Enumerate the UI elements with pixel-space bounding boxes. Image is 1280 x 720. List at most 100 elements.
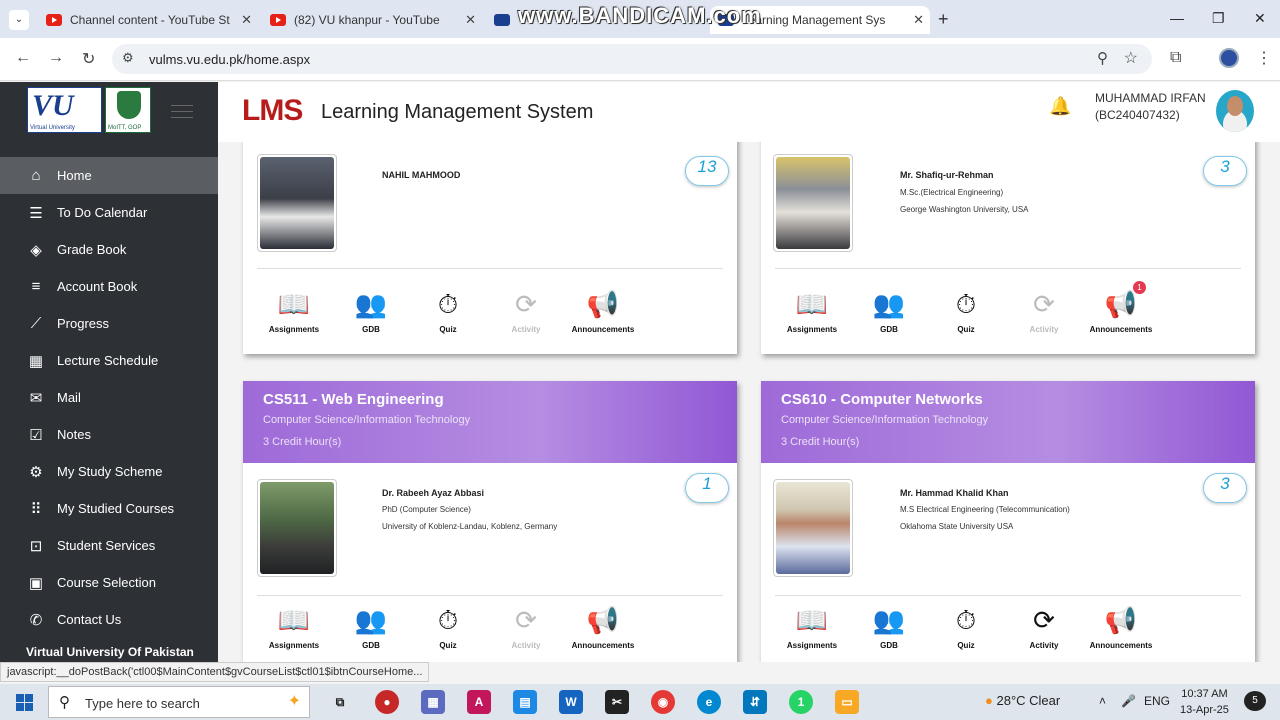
assignments-button[interactable]: 📖 Assignments (254, 603, 334, 650)
sidebar-item-lecture-schedule[interactable]: ▦ Lecture Schedule (0, 342, 218, 379)
share-app-icon[interactable]: ⇵ (743, 690, 767, 714)
lms-logo[interactable]: LMS (242, 94, 303, 128)
course-count-badge[interactable]: 1 (685, 473, 729, 503)
sidebar-item-notes[interactable]: ☑ Notes (0, 416, 218, 453)
group-icon: 👥 (872, 289, 906, 319)
acrobat-icon[interactable]: A (467, 690, 491, 714)
announcements-button[interactable]: 📢 Announcements (563, 603, 643, 650)
course-count-badge[interactable]: 3 (1203, 473, 1247, 503)
divider (775, 595, 1241, 596)
group-icon: 👥 (354, 289, 388, 319)
site-info-icon[interactable]: ⚙ (122, 50, 134, 66)
activity-button[interactable]: ⟳ Activity (1004, 287, 1084, 334)
quiz-button[interactable]: ⏱ Quiz (926, 603, 1006, 650)
gdb-button[interactable]: 👥 GDB (331, 603, 411, 650)
zoom-icon[interactable]: ⚲ (1097, 49, 1108, 67)
extensions-icon[interactable]: ⧉ (1170, 49, 1181, 67)
minimize-icon[interactable]: — (1170, 10, 1184, 26)
microphone-icon[interactable]: 🎤 (1121, 694, 1136, 708)
course-name[interactable]: CS511 - Web Engineering (263, 391, 444, 408)
gdb-button[interactable]: 👥 GDB (331, 287, 411, 334)
announcements-button[interactable]: 📢 Announcements (1081, 603, 1161, 650)
close-icon[interactable]: ✕ (465, 12, 476, 28)
weather-widget[interactable]: ● 28°C Clear (985, 693, 1060, 708)
sidebar-item-contact-us[interactable]: ✆ Contact Us (0, 601, 218, 638)
quiz-button[interactable]: ⏱ Quiz (926, 287, 1006, 334)
sidebar-item-course-selection[interactable]: ▣ Course Selection (0, 564, 218, 601)
card-header[interactable]: CS610 - Computer Networks Computer Scien… (761, 381, 1255, 463)
book-reader-icon: 📖 (795, 289, 829, 319)
assignments-button[interactable]: 📖 Assignments (772, 603, 852, 650)
address-bar: ← → ↻ ⚙ vulms.vu.edu.pk/home.aspx ⚲ ☆ ⧉ … (0, 38, 1280, 81)
bell-icon[interactable]: 🔔 (1049, 96, 1071, 117)
sidebar-item-mail[interactable]: ✉ Mail (0, 379, 218, 416)
assignments-button[interactable]: 📖 Assignments (254, 287, 334, 334)
sidebar-item-label: Contact Us (57, 612, 122, 627)
bag-icon: ⊡ (29, 537, 43, 555)
activity-button[interactable]: ⟳ Activity (1004, 603, 1084, 650)
restore-icon[interactable]: ❐ (1212, 10, 1225, 27)
edge-icon[interactable]: e (697, 690, 721, 714)
bookmark-star-icon[interactable]: ☆ (1124, 48, 1138, 68)
taskbar-search-input[interactable]: ⚲ Type here to search ✦ (48, 686, 310, 718)
gdb-button[interactable]: 👥 GDB (849, 603, 929, 650)
notification-badge[interactable]: 5 (1244, 691, 1266, 711)
url-field[interactable]: ⚙ vulms.vu.edu.pk/home.aspx ⚲ ☆ (112, 44, 1152, 74)
browser-tab-vu-khanpur[interactable]: (82) VU khanpur - YouTube ✕ (262, 6, 482, 34)
quiz-button[interactable]: ⏱ Quiz (408, 287, 488, 334)
task-view-icon[interactable]: ⧉ (328, 690, 352, 714)
stopwatch-question-icon: ⏱ (955, 289, 977, 319)
forward-icon[interactable]: → (48, 49, 64, 67)
close-window-icon[interactable]: ✕ (1254, 10, 1266, 27)
assignments-button[interactable]: 📖 Assignments (772, 287, 852, 334)
avatar[interactable] (1216, 90, 1254, 132)
announcements-button[interactable]: 📢 Announcements (563, 287, 643, 334)
browser-tab-youtube-studio[interactable]: Channel content - YouTube Stu ✕ (38, 6, 258, 34)
activity-button[interactable]: ⟳ Activity (486, 603, 566, 650)
bandicam-icon[interactable]: ● (375, 690, 399, 714)
sidebar-item-home[interactable]: ⌂ Home (0, 157, 218, 194)
language-indicator[interactable]: ENG (1144, 694, 1170, 708)
menu-toggle-icon[interactable] (171, 105, 193, 123)
tab-search-button[interactable]: ⌄ (9, 10, 29, 30)
windows-start-icon[interactable] (16, 694, 33, 711)
browser-menu-icon[interactable]: ⋮ (1256, 48, 1272, 68)
grid-icon: ⠿ (30, 500, 42, 518)
close-icon[interactable]: ✕ (241, 12, 252, 28)
activity-button[interactable]: ⟳ Activity (486, 287, 566, 334)
word-icon[interactable]: W (559, 690, 583, 714)
capcut-icon[interactable]: ✂ (605, 690, 629, 714)
close-icon[interactable]: ✕ (913, 12, 924, 28)
explorer-app-icon[interactable]: ▤ (513, 690, 537, 714)
quiz-button[interactable]: ⏱ Quiz (408, 603, 488, 650)
sidebar-item-grade-book[interactable]: ◈ Grade Book (0, 231, 218, 268)
gear-icon: ⚙ (29, 463, 43, 481)
announcements-button[interactable]: 📢 Announcements 1 (1081, 281, 1161, 334)
whatsapp-icon[interactable]: 1 (789, 690, 813, 714)
calculator-icon[interactable]: ▦ (421, 690, 445, 714)
course-count-badge[interactable]: 13 (685, 156, 729, 186)
university-logo[interactable]: VU Virtual University MoITT, GOP (27, 87, 151, 133)
sidebar-item-account-book[interactable]: ≡ Account Book (0, 268, 218, 305)
course-card: Mr. Shafiq-ur-Rehman M.Sc.(Electrical En… (761, 142, 1255, 354)
sidebar-item-student-services[interactable]: ⊡ Student Services (0, 527, 218, 564)
sidebar-item-todo-calendar[interactable]: ☰ To Do Calendar (0, 194, 218, 231)
back-icon[interactable]: ← (15, 49, 31, 67)
profile-icon[interactable] (1219, 48, 1239, 68)
tray-chevron-icon[interactable]: ˄ (1099, 694, 1106, 708)
sidebar-item-study-scheme[interactable]: ⚙ My Study Scheme (0, 453, 218, 490)
sidebar-item-studied-courses[interactable]: ⠿ My Studied Courses (0, 490, 218, 527)
clock[interactable]: 10:37 AM 13-Apr-25 (1180, 686, 1229, 718)
chrome-icon[interactable]: ◉ (651, 690, 675, 714)
file-explorer-icon[interactable]: ▭ (835, 690, 859, 714)
scrollbar[interactable] (1272, 142, 1280, 662)
sidebar-item-progress[interactable]: ⟋ Progress (0, 305, 218, 342)
reload-icon[interactable]: ↻ (82, 49, 95, 69)
sidebar-item-label: To Do Calendar (57, 205, 148, 220)
course-count-badge[interactable]: 3 (1203, 156, 1247, 186)
new-tab-icon[interactable]: + (938, 9, 949, 30)
gdb-button[interactable]: 👥 GDB (849, 287, 929, 334)
card-header[interactable]: CS511 - Web Engineering Computer Science… (243, 381, 737, 463)
course-name[interactable]: CS610 - Computer Networks (781, 391, 983, 408)
stopwatch-question-icon: ⏱ (437, 605, 459, 635)
